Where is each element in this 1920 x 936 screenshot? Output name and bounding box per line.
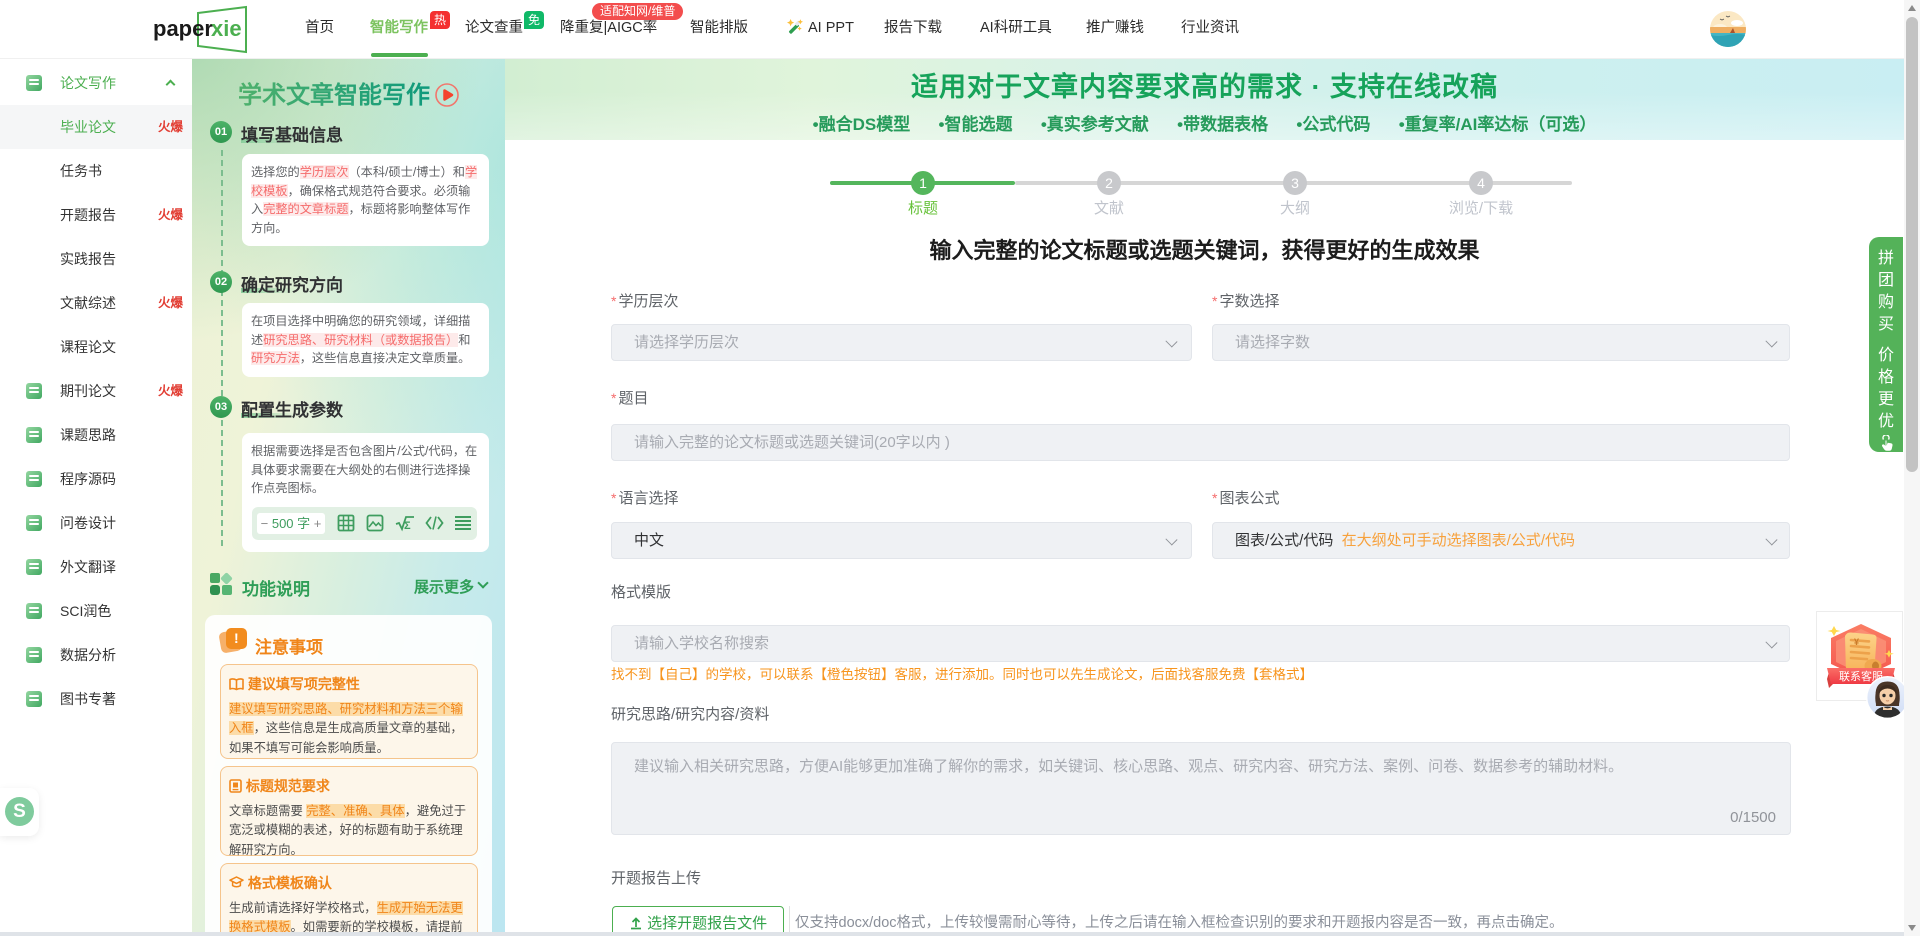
svg-text:¥: ¥ <box>1854 637 1859 647</box>
svg-text:Σ: Σ <box>404 520 411 532</box>
